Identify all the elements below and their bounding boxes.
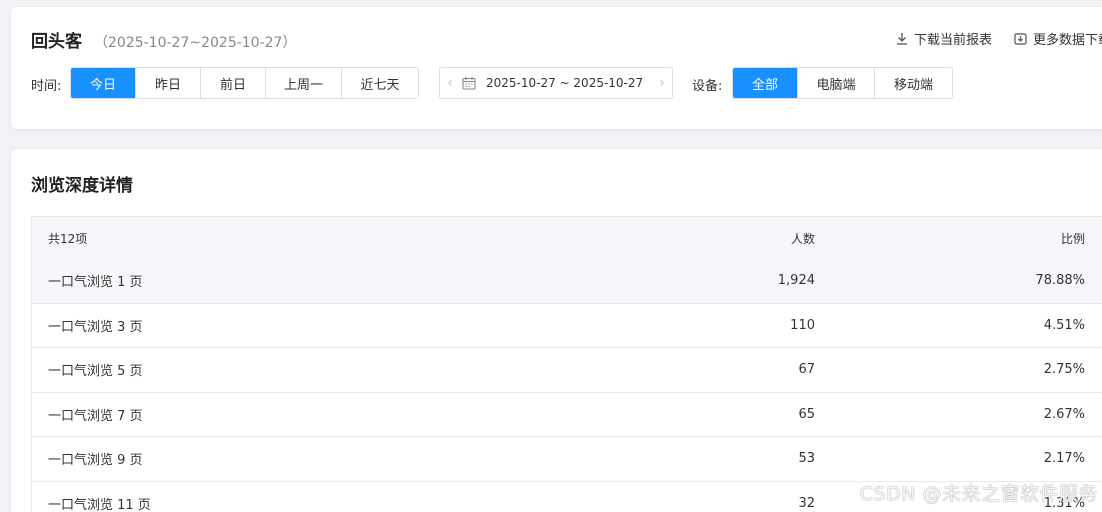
time-label: 时间:	[31, 79, 62, 94]
row-ratio: 2.75%	[1043, 362, 1085, 378]
row-count: 1,924	[777, 273, 815, 289]
date-range-picker[interactable]: ‹ 2025-10-27 ~ 2025-10-27 ›	[439, 67, 673, 99]
device-filter-group: 全部 电脑端 移动端	[732, 67, 953, 99]
time-option-day-before[interactable]: 前日	[201, 68, 266, 98]
download-box-icon	[1014, 33, 1027, 45]
row-name: 一口气浏览 7 页	[48, 408, 143, 424]
row-name: 一口气浏览 1 页	[48, 275, 143, 291]
device-option-all[interactable]: 全部	[733, 68, 798, 98]
row-name: 一口气浏览 11 页	[48, 497, 151, 512]
column-header-ratio: 比例	[1060, 231, 1085, 246]
table-row[interactable]: 一口气浏览 11 页 32 1.31%	[32, 481, 1102, 512]
row-name: 一口气浏览 3 页	[48, 319, 143, 335]
table-row[interactable]: 一口气浏览 3 页 110 4.51%	[32, 303, 1102, 348]
title-row: 回头客 （2025-10-27~2025-10-27）	[31, 27, 296, 52]
row-count: 67	[798, 362, 815, 378]
column-header-total: 共12项	[48, 231, 88, 246]
row-count: 53	[798, 451, 815, 467]
table-row[interactable]: 一口气浏览 7 页 65 2.67%	[32, 392, 1102, 437]
time-filter-group: 今日 昨日 前日 上周一 近七天	[70, 67, 419, 99]
download-current-label: 下载当前报表	[913, 33, 992, 48]
section-title: 浏览深度详情	[31, 176, 133, 196]
date-picker-value: 2025-10-27 ~ 2025-10-27	[486, 76, 644, 90]
time-option-today[interactable]: 今日	[71, 68, 136, 98]
row-ratio: 2.17%	[1043, 451, 1085, 467]
more-download-label: 更多数据下载	[1032, 33, 1102, 48]
row-ratio: 78.88%	[1035, 273, 1085, 289]
browse-depth-card: 浏览深度详情 共12项 人数 比例 一口气浏览 1 页 1,924 78.88%…	[11, 149, 1102, 512]
date-range-text: （2025-10-27~2025-10-27）	[94, 35, 297, 51]
device-option-mobile[interactable]: 移动端	[875, 68, 952, 98]
row-ratio: 2.67%	[1043, 406, 1085, 422]
time-option-last-seven-days[interactable]: 近七天	[342, 68, 418, 98]
filter-card: 回头客 （2025-10-27~2025-10-27） 下载当前报表 更多数据下…	[11, 7, 1102, 129]
row-name: 一口气浏览 5 页	[48, 364, 143, 380]
row-ratio: 1.31%	[1043, 495, 1085, 511]
table-row[interactable]: 一口气浏览 9 页 53 2.17%	[32, 437, 1102, 482]
column-header-count: 人数	[790, 231, 815, 246]
table-row[interactable]: 一口气浏览 1 页 1,924 78.88%	[32, 259, 1102, 304]
device-label: 设备:	[692, 79, 723, 94]
header-actions: 下载当前报表 更多数据下载	[874, 29, 1102, 48]
prev-chevron-icon[interactable]: ‹	[440, 75, 460, 91]
page-title: 回头客	[31, 32, 82, 52]
time-option-yesterday[interactable]: 昨日	[136, 68, 201, 98]
row-count: 110	[790, 317, 815, 333]
time-option-last-monday[interactable]: 上周一	[266, 68, 342, 98]
row-name: 一口气浏览 9 页	[48, 453, 143, 469]
row-count: 32	[798, 495, 815, 511]
table-header: 共12项 人数 比例	[32, 217, 1102, 259]
table-row[interactable]: 一口气浏览 5 页 67 2.75%	[32, 348, 1102, 393]
calendar-icon	[462, 76, 476, 90]
browse-depth-table: 共12项 人数 比例 一口气浏览 1 页 1,924 78.88% 一口气浏览 …	[31, 216, 1102, 512]
device-option-desktop[interactable]: 电脑端	[798, 68, 875, 98]
download-current-report-button[interactable]: 下载当前报表	[896, 29, 992, 48]
row-count: 65	[798, 406, 815, 422]
more-data-download-button[interactable]: 更多数据下载	[1014, 29, 1102, 48]
row-ratio: 4.51%	[1043, 317, 1085, 333]
next-chevron-icon[interactable]: ›	[652, 75, 672, 91]
download-icon	[896, 33, 907, 45]
